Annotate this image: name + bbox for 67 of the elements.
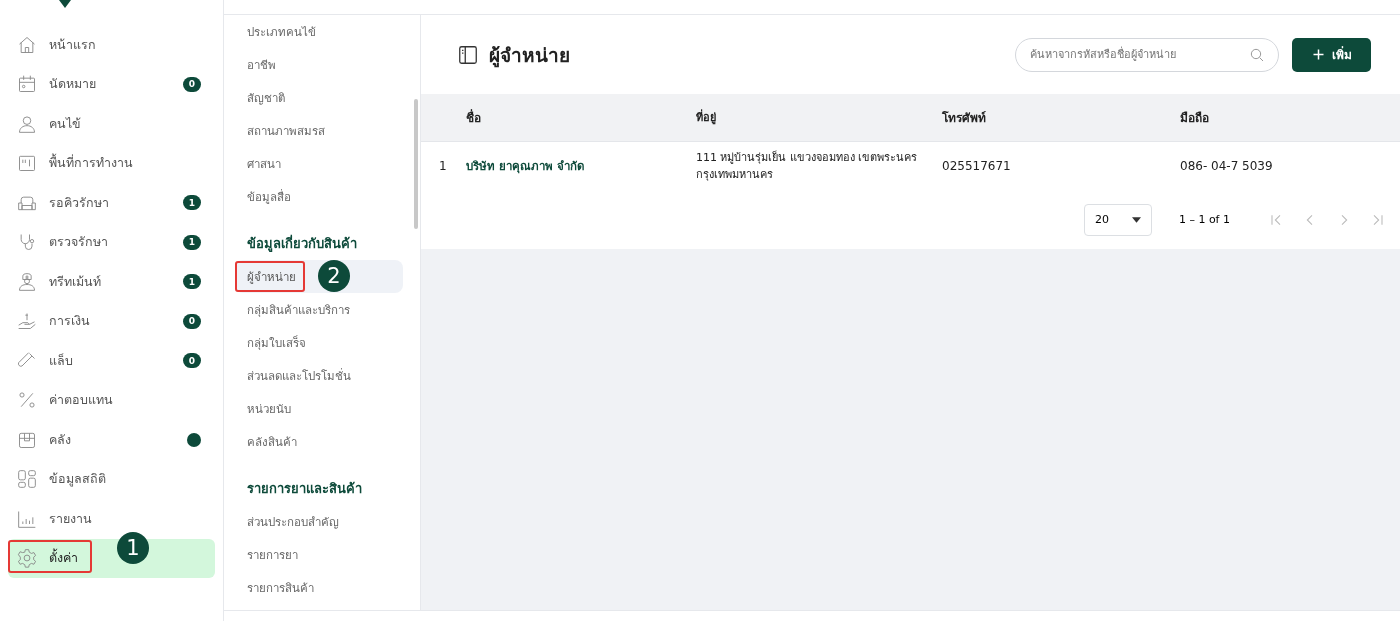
count-badge: 0 [183, 313, 201, 329]
page-range: 1 – 1 of 1 [1178, 213, 1230, 226]
nav-item[interactable]: ข้อมูลสถิติ [8, 459, 215, 499]
menu-item[interactable]: กลุ่มใบเสร็จ [235, 326, 403, 359]
nav-item[interactable]: นัดหมาย 0 [8, 64, 215, 104]
column-header: โทรศัพท์ [942, 110, 987, 127]
menu-item[interactable]: ผู้จำหน่าย 2 [235, 260, 403, 293]
menu-item[interactable]: ศาสนา [235, 147, 403, 180]
percent-icon [17, 390, 37, 411]
nav-item[interactable]: ค่าตอบแทน [8, 380, 215, 420]
caret-icon [1131, 216, 1141, 223]
menu-item[interactable]: หน่วยนับ [235, 392, 403, 425]
count-badge: 0 [183, 76, 201, 92]
page-size-select[interactable]: 20 [1083, 203, 1152, 236]
column-header: ชื่อ [466, 108, 482, 127]
highlight-frame [235, 261, 305, 292]
row-number: 1 [438, 159, 448, 173]
person-icon [17, 113, 37, 134]
nav-item[interactable]: รอคิวรักษา 1 [8, 183, 215, 223]
nurse-icon [17, 271, 37, 292]
menu-item[interactable]: รายการสินค้า [235, 571, 403, 604]
board-icon [17, 153, 37, 174]
count-badge: 0 [183, 353, 201, 369]
nav-item[interactable]: หน้าแรก [8, 25, 215, 65]
phone-cell-text: 025517671 [942, 159, 1012, 173]
menu-item[interactable]: ส่วนประกอบสำคัญ [235, 505, 403, 538]
nav-item[interactable]: คนไข้ [8, 104, 215, 144]
step-marker: 1 [117, 531, 149, 564]
section-heading: ข้อมูลเกี่ยวกับสินค้า [246, 233, 358, 254]
nav-item[interactable]: แล็บ 0 [8, 341, 215, 381]
address-cell-text: 111 หมู่บ้านรุ่มเย็น แขวงจอมทอง เขตพระนคร กรุงเทพมหานคร [696, 149, 919, 183]
home-icon [17, 34, 37, 55]
page-title: ผู้จำหน่าย [489, 42, 571, 70]
menu-item[interactable]: ประเภทคนไข้ [235, 15, 403, 48]
menu-item[interactable]: คลังสินค้า [235, 425, 403, 458]
add-button[interactable]: เพิ่ม [1292, 37, 1371, 72]
menu-item[interactable]: ข้อมูลสื่อ [235, 180, 403, 213]
calendar-icon [17, 74, 37, 95]
hand-coin-icon [17, 311, 37, 332]
menu-item[interactable]: รายการยา [235, 538, 403, 571]
count-badge: 1 [183, 274, 201, 290]
scrollbar[interactable] [414, 99, 418, 229]
plus-icon [1311, 47, 1326, 62]
nav-item[interactable]: ทรีทเม้นท์ 1 [8, 262, 215, 302]
menu-item[interactable]: สัญชาติ [235, 81, 403, 114]
menu-item[interactable]: สถานภาพสมรส [235, 114, 403, 147]
settings-icon [17, 548, 37, 569]
shield-logo-icon [59, 0, 71, 8]
search-icon [1249, 46, 1265, 63]
step-marker: 2 [318, 260, 350, 292]
mobile-cell-text: 086- 04-7 5039 [1180, 159, 1274, 173]
nav-item[interactable]: ตรวจรักษา 1 [8, 222, 215, 262]
supplier-name[interactable]: บริษัท ยาคุณภาพ จำกัด [466, 157, 696, 175]
nav-item[interactable]: คลัง [8, 420, 215, 460]
menu-item[interactable]: อาชีพ [235, 48, 403, 81]
nav-item[interactable]: การเงิน 0 [8, 301, 215, 341]
column-header: ที่อยู่ [696, 109, 717, 126]
section-heading: รายการยาและสินค้า [246, 480, 363, 498]
menu-item[interactable]: ส่วนลดและโปรโมชั่น [235, 359, 403, 392]
search-field[interactable]: ค้นหาจากรหัสหรือชื่อผู้จำหน่าย [1015, 37, 1279, 72]
grid-icon [17, 469, 37, 490]
count-badge: 1 [183, 195, 201, 211]
nav-item[interactable]: พื้นที่การทำงาน [8, 143, 215, 183]
column-header: มือถือ [1180, 110, 1210, 127]
count-badge: 1 [183, 234, 201, 250]
menu-item[interactable]: กลุ่มสินค้าและบริการ [235, 293, 403, 326]
book-icon [457, 43, 479, 66]
